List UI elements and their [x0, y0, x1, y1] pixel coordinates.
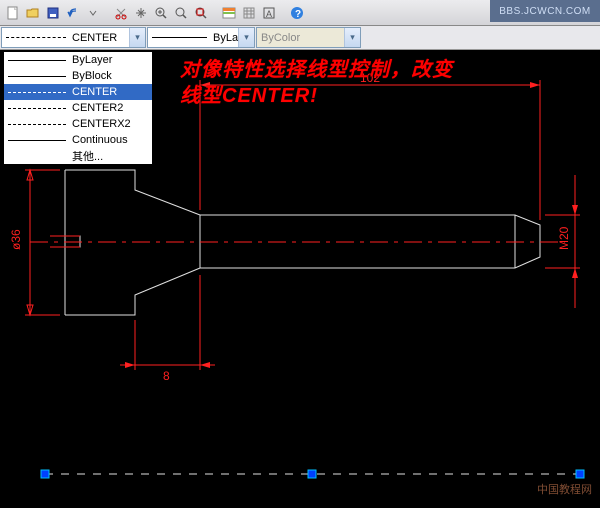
color-combo: ByColor ▾: [256, 27, 361, 48]
linetype-option-other[interactable]: 其他...: [4, 148, 152, 164]
line-sample-icon: [6, 37, 66, 38]
chevron-down-icon: ▾: [344, 28, 360, 47]
properties-icon[interactable]: [220, 4, 238, 22]
chevron-down-icon[interactable]: ▾: [238, 28, 254, 47]
combo-label: ByColor: [261, 32, 300, 44]
line-sample-icon: [152, 37, 207, 38]
linetype-option-centerx2[interactable]: CENTERX2: [4, 116, 152, 132]
grip-mid[interactable]: [308, 470, 316, 478]
watermark-bottom: 中国教程网: [537, 481, 592, 497]
help-icon[interactable]: ?: [288, 4, 306, 22]
zoom-in-icon[interactable]: [152, 4, 170, 22]
save-icon[interactable]: [44, 4, 62, 22]
annotation-line1: 对像特性选择线型控制，改变: [180, 57, 453, 83]
layers-icon[interactable]: [240, 4, 258, 22]
linetype-option-continuous[interactable]: Continuous: [4, 132, 152, 148]
zoom-extents-icon[interactable]: [192, 4, 210, 22]
redo-dropdown-icon[interactable]: [84, 4, 102, 22]
linetype-option-bylayer[interactable]: ByLayer: [4, 52, 152, 68]
annotation-text: 对像特性选择线型控制，改变 线型CENTER!: [180, 57, 453, 109]
cut-icon[interactable]: [112, 4, 130, 22]
pan-icon[interactable]: [132, 4, 150, 22]
grip-start[interactable]: [41, 470, 49, 478]
dim-diameter: ø36: [9, 229, 23, 250]
svg-text:?: ?: [295, 9, 301, 20]
layer-linetype-combo[interactable]: ByLayer ▾: [147, 27, 255, 48]
linetype-option-center[interactable]: CENTER: [4, 84, 152, 100]
combo-label: CENTER: [72, 32, 117, 44]
linetype-option-byblock[interactable]: ByBlock: [4, 68, 152, 84]
properties-bar: CENTER ▾ ByLayer ▾ ByColor ▾: [0, 26, 600, 50]
linetype-combo[interactable]: CENTER ▾: [1, 27, 146, 48]
svg-text:A: A: [266, 9, 272, 19]
new-file-icon[interactable]: [4, 4, 22, 22]
grip-end[interactable]: [576, 470, 584, 478]
ortho-icon[interactable]: A: [260, 4, 278, 22]
undo-icon[interactable]: [64, 4, 82, 22]
linetype-dropdown-list: ByLayer ByBlock CENTER CENTER2 CENTERX2 …: [3, 51, 153, 165]
open-icon[interactable]: [24, 4, 42, 22]
linetype-option-center2[interactable]: CENTER2: [4, 100, 152, 116]
watermark-top: BBS.JCWCN.COM: [490, 0, 600, 22]
dim-thread: M20: [557, 226, 571, 250]
dim-slot: 8: [163, 369, 170, 383]
zoom-window-icon[interactable]: [172, 4, 190, 22]
annotation-line2: 线型CENTER!: [180, 83, 453, 109]
chevron-down-icon[interactable]: ▾: [129, 28, 145, 47]
